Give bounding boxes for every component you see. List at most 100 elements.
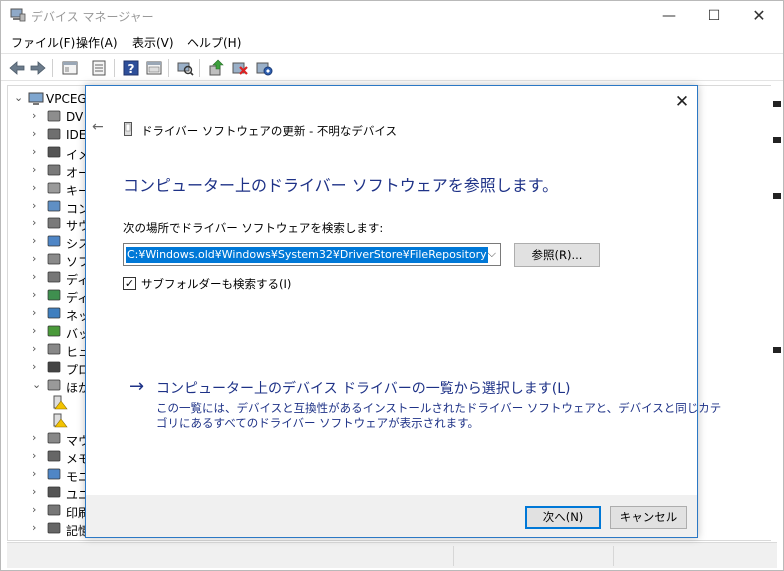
properties-icon[interactable]: [60, 58, 80, 78]
system-device-icon: [47, 235, 61, 247]
chevron-right-icon[interactable]: ›: [32, 217, 42, 229]
list-icon[interactable]: [89, 58, 109, 78]
imaging-device-icon: [47, 146, 61, 158]
chevron-down-icon[interactable]: ⌵: [488, 247, 496, 261]
right-edge-strip: [771, 85, 783, 541]
dialog-close-button[interactable]: ✕: [672, 92, 692, 112]
minimize-button[interactable]: —: [646, 1, 692, 31]
unknown-device-icon: [124, 122, 132, 136]
chevron-right-icon[interactable]: ›: [32, 235, 42, 247]
partial-tree-icon: [773, 193, 781, 199]
search-path-value[interactable]: C:¥Windows.old¥Windows¥System32¥DriverSt…: [126, 247, 488, 263]
help-icon[interactable]: ?: [121, 58, 141, 78]
pick-from-list-link[interactable]: コンピューター上のデバイス ドライバーの一覧から選択します(L): [156, 378, 570, 398]
chevron-right-icon[interactable]: ›: [32, 271, 42, 283]
dialog-footer: 次へ(N) キャンセル: [86, 495, 697, 537]
forward-arrow-icon[interactable]: [28, 58, 48, 78]
disk-drive-icon: [47, 110, 61, 122]
device-manager-icon: [10, 8, 26, 22]
storage-controller-icon: [47, 522, 61, 534]
usb-controller-icon: [47, 486, 61, 498]
title-bar: デバイス マネージャー — ☐ ✕: [1, 1, 783, 31]
tree-item-label: DV: [66, 110, 84, 124]
status-bar: [7, 542, 777, 568]
menu-view[interactable]: 表示(V): [132, 34, 174, 51]
mouse-icon: [47, 432, 61, 444]
print-queue-icon: [47, 504, 61, 516]
tree-item-label: IDE: [66, 127, 87, 142]
maximize-button[interactable]: ☐: [691, 1, 737, 31]
memory-device-icon: [47, 450, 61, 462]
ide-controller-icon: [47, 128, 61, 140]
chevron-down-icon[interactable]: ⌄: [32, 378, 42, 391]
chevron-right-icon[interactable]: ›: [32, 450, 42, 462]
chevron-right-icon[interactable]: ›: [32, 360, 42, 373]
tree-root-label: VPCEG: [46, 92, 87, 106]
toolbar-separator: [199, 59, 200, 77]
audio-device-icon: [47, 164, 61, 176]
other-device-icon: [47, 379, 61, 390]
toolbar-separator: [114, 59, 115, 77]
back-arrow-icon[interactable]: ←: [92, 120, 108, 134]
unknown-device-warning-icon: [53, 395, 68, 410]
back-arrow-icon[interactable]: [7, 58, 27, 78]
monitor-icon: [47, 468, 61, 480]
status-separator: [453, 546, 454, 566]
hid-icon: [47, 343, 61, 355]
close-window-button[interactable]: ✕: [736, 1, 782, 31]
partial-tree-icon: [773, 101, 781, 107]
menu-file[interactable]: ファイル(F): [11, 34, 75, 51]
cancel-button[interactable]: キャンセル: [610, 506, 687, 529]
chevron-right-icon[interactable]: ›: [32, 181, 42, 194]
link-arrow-icon[interactable]: →: [129, 376, 144, 397]
chevron-right-icon[interactable]: ›: [32, 324, 42, 337]
pick-from-list-description: この一覧には、デバイスと互換性があるインストールされたドライバー ソフトウェアと…: [156, 401, 722, 415]
chevron-right-icon[interactable]: ›: [32, 145, 42, 158]
software-device-icon: [47, 253, 61, 265]
chevron-right-icon[interactable]: ›: [32, 485, 42, 498]
chevron-right-icon[interactable]: ›: [32, 503, 42, 516]
chevron-down-icon[interactable]: ⌄: [14, 92, 24, 104]
computer-icon: [47, 200, 61, 211]
chevron-right-icon[interactable]: ›: [32, 342, 42, 355]
toolbar-separator: [168, 59, 169, 77]
network-adapter-icon: [47, 307, 61, 319]
include-subfolders-label[interactable]: サブフォルダーも検索する(I): [141, 276, 291, 292]
include-subfolders-checkbox[interactable]: ✓: [123, 277, 136, 290]
update-driver-dialog: ✕ ← ドライバー ソフトウェアの更新 - 不明なデバイス コンピューター上のド…: [85, 85, 721, 538]
battery-icon: [47, 325, 61, 337]
chevron-right-icon[interactable]: ›: [32, 468, 42, 480]
chevron-right-icon[interactable]: ›: [32, 289, 42, 301]
menu-action[interactable]: 操作(A): [76, 34, 118, 51]
computer-icon: [28, 92, 44, 105]
dialog-caption: ドライバー ソフトウェアの更新 - 不明なデバイス: [141, 124, 398, 138]
disk-icon: [47, 271, 61, 283]
display-adapter-icon: [47, 289, 61, 301]
chevron-right-icon[interactable]: ›: [32, 521, 42, 534]
partial-tree-icon: [773, 347, 781, 353]
chevron-right-icon[interactable]: ›: [32, 306, 42, 319]
unknown-device-warning-icon: [53, 413, 68, 428]
chevron-right-icon[interactable]: ›: [32, 199, 42, 212]
search-path-combobox[interactable]: C:¥Windows.old¥Windows¥System32¥DriverSt…: [123, 243, 501, 266]
sound-icon: [47, 218, 61, 229]
update-driver-icon[interactable]: [206, 58, 226, 78]
chevron-right-icon[interactable]: ›: [32, 110, 42, 122]
dialog-heading: コンピューター上のドライバー ソフトウェアを参照します。: [123, 176, 559, 195]
scan-hardware-icon[interactable]: [175, 58, 195, 78]
browse-button[interactable]: 参照(R)...: [514, 243, 600, 267]
keyboard-icon: [47, 182, 61, 193]
toolbar-separator: [52, 59, 53, 77]
status-separator: [613, 546, 614, 566]
uninstall-device-icon[interactable]: [254, 58, 274, 78]
details-icon[interactable]: [144, 58, 164, 78]
chevron-right-icon[interactable]: ›: [32, 253, 42, 265]
chevron-right-icon[interactable]: ›: [32, 163, 42, 176]
window-title: デバイス マネージャー: [31, 10, 154, 24]
partial-tree-icon: [773, 137, 781, 143]
chevron-right-icon[interactable]: ›: [32, 127, 42, 140]
next-button[interactable]: 次へ(N): [525, 506, 601, 529]
chevron-right-icon[interactable]: ›: [32, 432, 42, 444]
disable-device-icon[interactable]: [230, 58, 250, 78]
menu-help[interactable]: ヘルプ(H): [187, 34, 241, 51]
